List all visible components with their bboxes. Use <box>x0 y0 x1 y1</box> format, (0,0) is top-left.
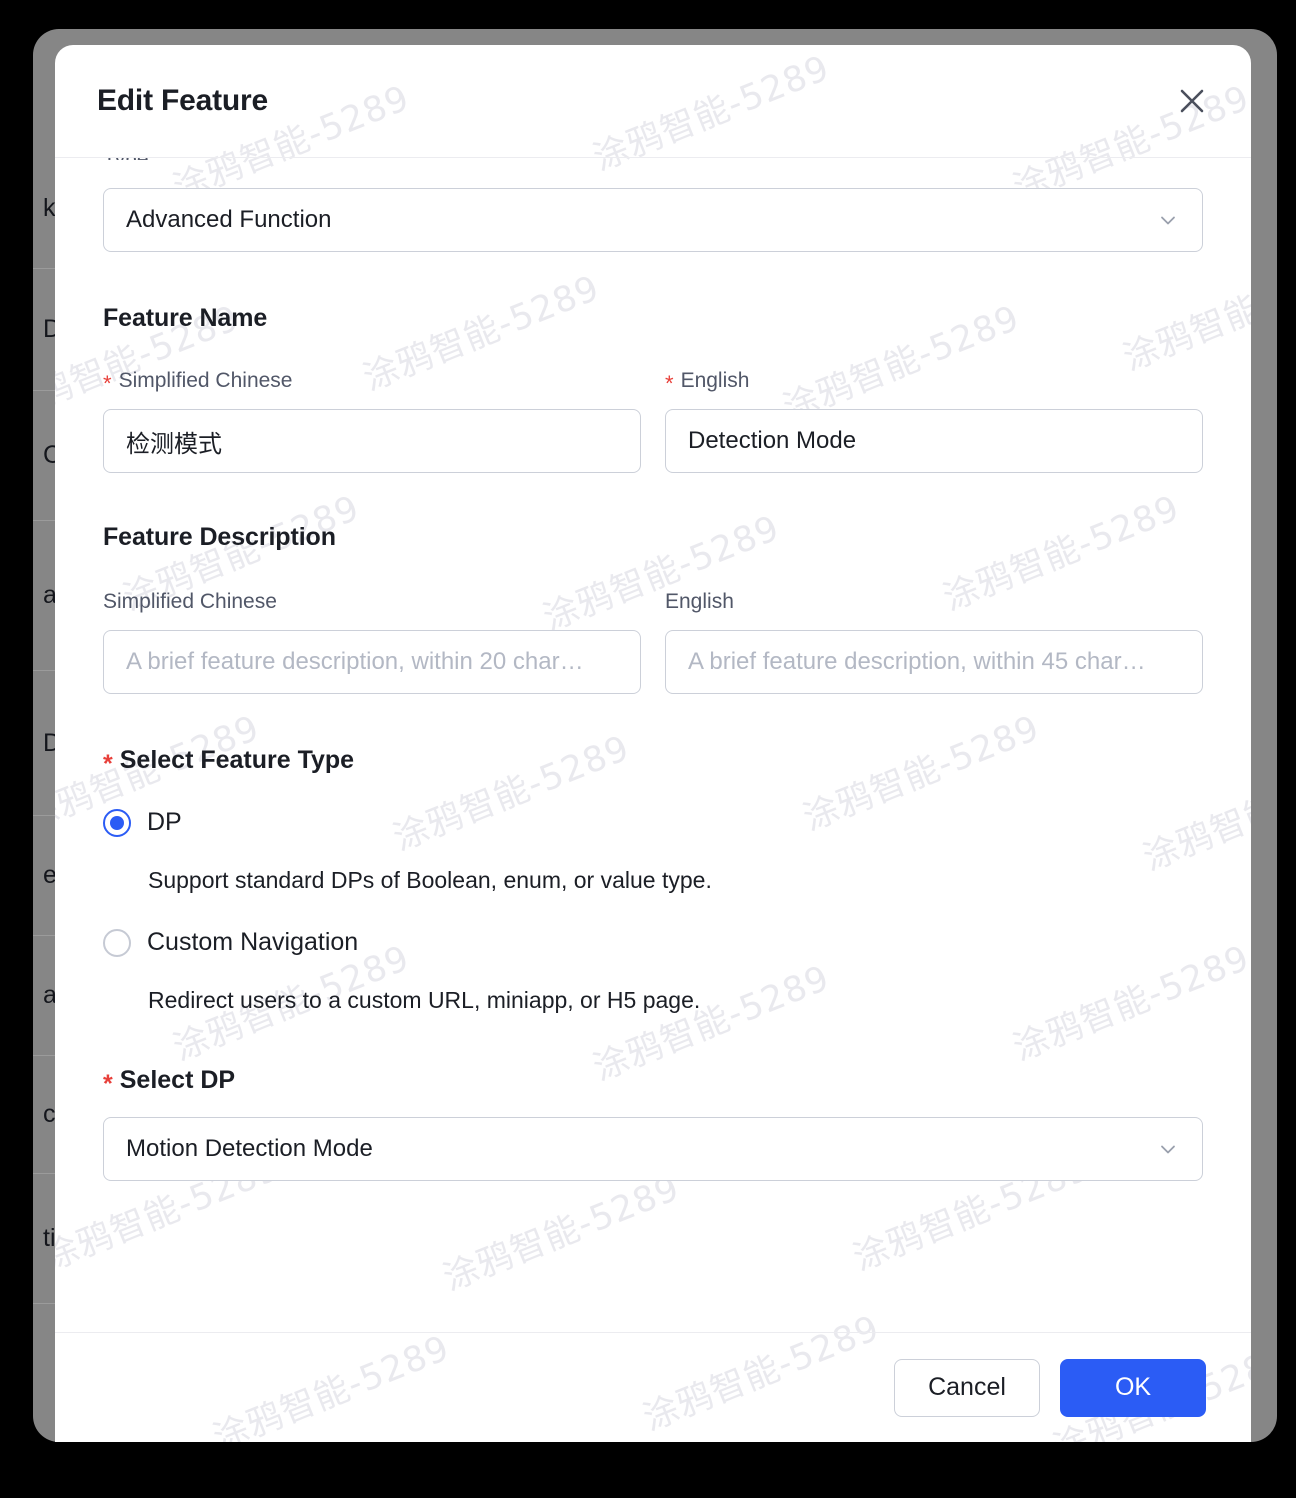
feature-name-zh-input[interactable]: 检测模式 <box>103 409 641 473</box>
ok-button[interactable]: OK <box>1060 1358 1206 1417</box>
background-text: k <box>43 194 56 222</box>
feature-description-zh-label: Simplified Chinese <box>103 590 277 613</box>
close-icon[interactable] <box>1171 80 1213 122</box>
feature-name-en-label: * English <box>665 369 1203 396</box>
feature-type-description-dp: Support standard DPs of Boolean, enum, o… <box>148 867 712 893</box>
label-text: Simplified Chinese <box>118 369 293 392</box>
input-value: 检测模式 <box>126 430 222 458</box>
radio-icon-custom-navigation[interactable] <box>103 928 131 957</box>
select-dp-heading: * Select DP <box>103 1066 1203 1098</box>
dialog-body: Type Advanced Function Feature Name <box>55 158 1251 1332</box>
radio-label-dp: DP <box>147 808 182 836</box>
chevron-down-icon <box>1156 1137 1180 1161</box>
feature-description-en-label: English <box>665 590 734 613</box>
input-value: Detection Mode <box>688 427 857 454</box>
required-asterisk: * <box>665 371 674 396</box>
feature-type-option-dp[interactable]: DP <box>103 808 1203 837</box>
dialog-header: Edit Feature <box>55 45 1251 158</box>
required-asterisk: * <box>103 750 113 778</box>
radio-icon-dp[interactable] <box>103 808 131 837</box>
page-title: Edit Feature <box>97 84 268 117</box>
category-select-value: Advanced Function <box>126 206 332 233</box>
input-placeholder: A brief feature description, within 45 c… <box>688 648 1146 675</box>
background-text: c <box>43 1100 56 1128</box>
label-text: English <box>680 369 750 392</box>
feature-name-en-group: * English Detection Mode <box>665 369 1203 473</box>
select-dp-value: Motion Detection Mode <box>126 1135 373 1162</box>
feature-description-zh-input[interactable]: A brief feature description, within 20 c… <box>103 630 641 694</box>
chevron-down-icon <box>1156 208 1180 232</box>
feature-name-heading: Feature Name <box>103 304 268 332</box>
feature-type-option-custom-navigation[interactable]: Custom Navigation <box>103 928 1203 957</box>
feature-name-en-input[interactable]: Detection Mode <box>665 409 1203 473</box>
select-dp-dropdown[interactable]: Motion Detection Mode <box>103 1117 1203 1181</box>
feature-description-en-input[interactable]: A brief feature description, within 45 c… <box>665 630 1203 694</box>
feature-type-heading: * Select Feature Type <box>103 746 1203 778</box>
heading-text: Select DP <box>119 1066 236 1094</box>
feature-name-zh-label: * Simplified Chinese <box>103 369 641 396</box>
edit-feature-dialog: 涂鸦智能-5289 涂鸦智能-5289 涂鸦智能-5289 涂鸦智能-5289 … <box>55 45 1251 1442</box>
input-placeholder: A brief feature description, within 20 c… <box>126 648 584 675</box>
dialog-footer: Cancel OK <box>55 1332 1251 1442</box>
category-select[interactable]: Advanced Function <box>103 188 1203 252</box>
required-asterisk: * <box>103 1070 113 1098</box>
cancel-button[interactable]: Cancel <box>894 1358 1040 1417</box>
radio-label-custom-navigation: Custom Navigation <box>147 928 359 956</box>
feature-description-en-group: English A brief feature description, wit… <box>665 590 1203 694</box>
feature-name-zh-group: * Simplified Chinese 检测模式 <box>103 369 641 473</box>
screen-root: k D C ag D e s al c tio 涂鸦智能-5289 涂鸦智能-5… <box>0 0 1296 1498</box>
heading-text: Select Feature Type <box>119 746 355 774</box>
feature-description-heading: Feature Description <box>103 523 336 551</box>
feature-description-zh-group: Simplified Chinese A brief feature descr… <box>103 590 641 694</box>
required-asterisk: * <box>103 371 112 396</box>
category-select-label: Type <box>103 158 149 160</box>
feature-type-description-custom-navigation: Redirect users to a custom URL, miniapp,… <box>148 987 701 1013</box>
